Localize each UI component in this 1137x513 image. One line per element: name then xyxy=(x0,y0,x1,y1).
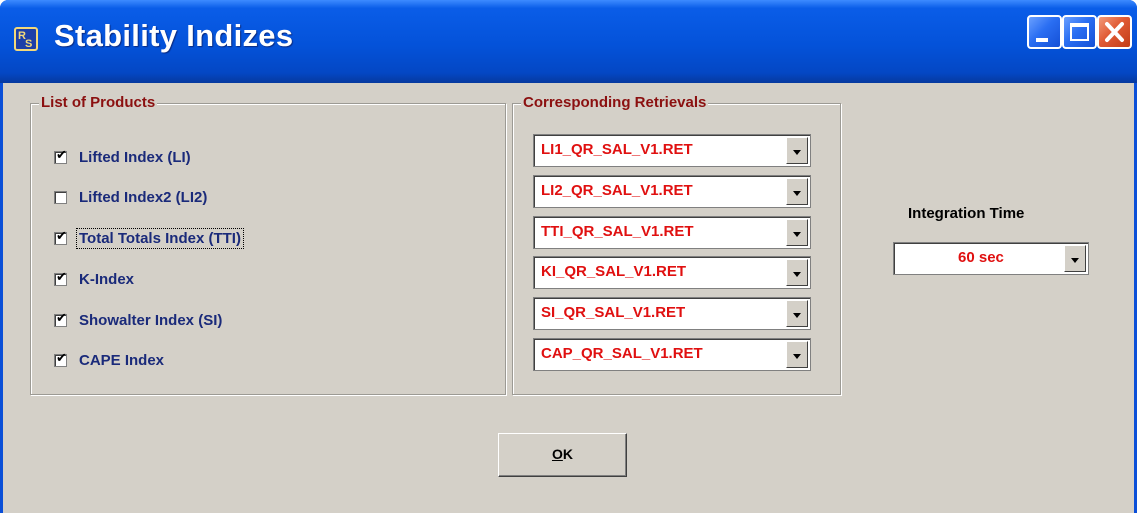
checkbox[interactable]: ✔ xyxy=(54,269,67,286)
retrieval-value: LI2_QR_SAL_V1.RET xyxy=(541,182,693,199)
maximize-icon xyxy=(1070,23,1089,41)
chevron-down-icon xyxy=(793,232,801,237)
product-label: Lifted Index2 (LI2) xyxy=(79,188,208,206)
chevron-down-icon xyxy=(1071,258,1079,263)
minimize-icon xyxy=(1036,38,1048,42)
product-checkbox-li2[interactable]: Lifted Index2 (LI2) xyxy=(54,186,209,208)
product-checkbox-cape[interactable]: ✔ CAPE Index xyxy=(54,349,166,371)
chevron-down-icon xyxy=(793,272,801,277)
checkmark-icon: ✔ xyxy=(56,228,67,244)
ok-label-rest: K xyxy=(562,446,573,462)
product-label: CAPE Index xyxy=(79,351,165,369)
window-title: Stability Indizes xyxy=(54,18,294,53)
maximize-button[interactable] xyxy=(1062,15,1097,49)
retrieval-select-ki[interactable]: KI_QR_SAL_V1.RET xyxy=(533,256,811,289)
title-bar[interactable]: RS Stability Indizes xyxy=(0,0,1137,83)
retrieval-value: KI_QR_SAL_V1.RET xyxy=(541,263,687,280)
checkbox[interactable]: ✔ xyxy=(54,147,67,164)
products-group-title: List of Products xyxy=(39,94,158,112)
chevron-down-icon xyxy=(793,191,801,196)
product-label: Lifted Index (LI) xyxy=(79,148,191,166)
dropdown-button[interactable] xyxy=(786,259,808,286)
retrieval-value: SI_QR_SAL_V1.RET xyxy=(541,304,686,321)
product-label: Showalter Index (SI) xyxy=(79,311,223,329)
product-label: Total Totals Index (TTI) xyxy=(76,227,244,249)
products-group: List of Products ✔ Lifted Index (LI) Lif… xyxy=(30,94,506,395)
dialog-body: List of Products ✔ Lifted Index (LI) Lif… xyxy=(3,83,1134,513)
integration-time-value: 60 sec xyxy=(958,249,1004,266)
close-icon xyxy=(1105,22,1124,42)
minimize-button[interactable] xyxy=(1027,15,1062,49)
product-checkbox-si[interactable]: ✔ Showalter Index (SI) xyxy=(54,309,224,331)
checkmark-icon: ✔ xyxy=(56,147,67,163)
ok-button[interactable]: OK xyxy=(498,433,627,477)
retrieval-select-cape[interactable]: CAP_QR_SAL_V1.RET xyxy=(533,338,811,371)
checkmark-icon: ✔ xyxy=(56,269,67,285)
product-checkbox-tti[interactable]: ✔ Total Totals Index (TTI) xyxy=(54,227,244,249)
retrievals-group: Corresponding Retrievals LI1_QR_SAL_V1.R… xyxy=(512,94,841,395)
checkmark-icon: ✔ xyxy=(56,350,67,366)
retrieval-select-tti[interactable]: TTI_QR_SAL_V1.RET xyxy=(533,216,811,249)
chevron-down-icon xyxy=(793,354,801,359)
dropdown-button[interactable] xyxy=(786,178,808,205)
dropdown-button[interactable] xyxy=(1064,245,1086,272)
product-checkbox-li[interactable]: ✔ Lifted Index (LI) xyxy=(54,146,193,168)
dropdown-button[interactable] xyxy=(786,341,808,368)
checkbox[interactable]: ✔ xyxy=(54,228,67,245)
retrievals-group-title: Corresponding Retrievals xyxy=(521,94,709,112)
retrieval-value: TTI_QR_SAL_V1.RET xyxy=(541,223,694,240)
chevron-down-icon xyxy=(793,150,801,155)
dropdown-button[interactable] xyxy=(786,219,808,246)
product-checkbox-ki[interactable]: ✔ K-Index xyxy=(54,268,136,290)
checkbox[interactable]: ✔ xyxy=(54,310,67,327)
integration-time-label: Integration Time xyxy=(908,205,1025,222)
dropdown-button[interactable] xyxy=(786,300,808,327)
app-icon[interactable]: RS xyxy=(14,27,38,51)
integration-time-select[interactable]: 60 sec xyxy=(893,242,1089,275)
retrieval-select-li2[interactable]: LI2_QR_SAL_V1.RET xyxy=(533,175,811,208)
product-label: K-Index xyxy=(79,270,135,288)
retrieval-select-li[interactable]: LI1_QR_SAL_V1.RET xyxy=(533,134,811,167)
dialog-window: RS Stability Indizes List of Products ✔ … xyxy=(0,0,1137,513)
checkbox[interactable]: ✔ xyxy=(54,350,67,367)
checkbox[interactable] xyxy=(54,190,67,204)
retrieval-value: CAP_QR_SAL_V1.RET xyxy=(541,345,703,362)
retrieval-select-si[interactable]: SI_QR_SAL_V1.RET xyxy=(533,297,811,330)
close-button[interactable] xyxy=(1097,15,1132,49)
ok-mnemonic: O xyxy=(551,446,563,462)
dropdown-button[interactable] xyxy=(786,137,808,164)
retrieval-value: LI1_QR_SAL_V1.RET xyxy=(541,141,693,158)
chevron-down-icon xyxy=(793,313,801,318)
checkmark-icon: ✔ xyxy=(56,310,67,326)
